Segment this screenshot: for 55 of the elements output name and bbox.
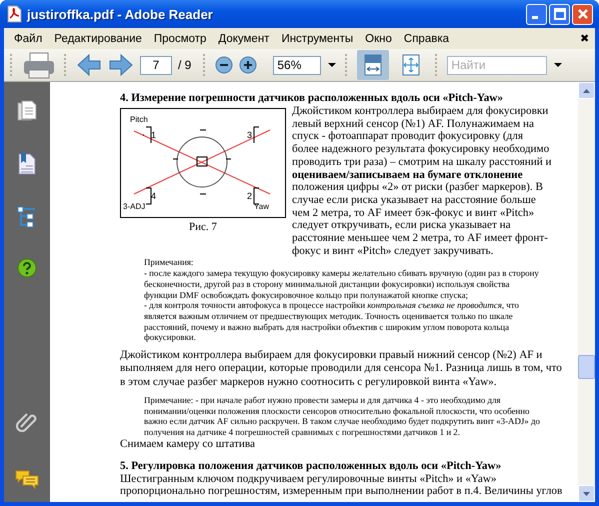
figure-label: 1: [151, 130, 156, 140]
bookmark-page-icon[interactable]: [17, 152, 37, 176]
pages-icon[interactable]: [17, 100, 37, 122]
minimize-icon: [532, 16, 538, 19]
body-paragraph: Джойстиком контроллера выбираем для фокусировки правый нижний сенсор (№2) AF и выполняем для него операции, которые проводили для сенсора №1. Разница лишь в том, что в этом случае разбег маркеров нужно соотносить с регулировкой винта «Yaw».: [120, 349, 563, 389]
menu-item[interactable]: Просмотр: [148, 32, 212, 44]
figure-label: 2: [247, 191, 252, 201]
figure-label: 3: [247, 130, 252, 140]
page-number-field[interactable]: 7: [140, 56, 172, 74]
menu-item[interactable]: Окно: [359, 32, 398, 44]
section-heading: 5. Регулировка положения датчиков расположенных вдоль оси «Pitch-Yaw»: [120, 460, 502, 473]
scroll-thumb[interactable]: [578, 355, 595, 379]
body-paragraph: Джойстиком контроллера выбираем для фокусировки левый верхний сенсор (№1) AF. Полунажимаем на спуск - фотоаппарат проводит фокусировку (для более надежного результата фокусировку необходимо проводить три раза) – смотрим на шкалу расстояний и оцениваем/записываем на бумаге отклонение положения цифры «2» от риски (разбег маркеров). В случае если риска указывает на расстояние больше чем 2 метра, то AF имеет бэк-фокус и винт «Pitch» следует откручивать, если риска указывает на расстояние меньшее чем 2 метра, то AF имеет фронт- фокус и винт «Pitch» следует закручивать.: [292, 105, 552, 258]
menu-item[interactable]: Редактирование: [48, 32, 148, 44]
minimize-button[interactable]: [526, 4, 547, 24]
tree-structure-icon[interactable]: [17, 206, 37, 228]
help-icon[interactable]: [17, 258, 37, 278]
maximize-button[interactable]: [549, 4, 570, 24]
close-document-button[interactable]: ✖: [580, 32, 589, 45]
paperclip-icon[interactable]: [16, 410, 38, 432]
back-arrow-icon[interactable]: [76, 53, 102, 77]
dropdown-caret-icon[interactable]: [327, 62, 338, 68]
comment-bubbles-icon[interactable]: [15, 470, 39, 490]
search-field[interactable]: Найти: [447, 56, 548, 74]
note-text: Примечание: - при начале работ нужно провести замеры и для датчика 4 - это необходимо для понимании/оценки положения плоскости сенсоров относительно фокальной плоскости, что особенно важно если датчик AF сильно раскручен. В таком случае необходимо будет подкрутить винт «3-ADJ» до получения на датчике 4 погрешностей сравнимых с погрешностями датчиков 1 и 2.: [144, 394, 541, 438]
dropdown-caret-icon[interactable]: [553, 62, 564, 68]
close-icon: [576, 8, 588, 20]
body-paragraph: Шестигранным ключом подкручиваем регулировочные винты «Pitch» и «Yaw» пропорционально погрешностям, измеренным при выполнении работ в п.4. Величины углов: [120, 472, 564, 498]
print-icon[interactable]: [22, 50, 56, 80]
forward-arrow-icon[interactable]: [108, 53, 134, 77]
figure-label: 4: [151, 191, 156, 201]
zoom-in-icon[interactable]: [239, 56, 258, 74]
menu-item[interactable]: Документ: [212, 32, 276, 44]
maximize-icon: [554, 8, 566, 20]
scroll-down-button[interactable]: [578, 485, 595, 502]
page-count: / 9: [178, 58, 192, 72]
figure-label: 3-ADJ: [123, 202, 146, 211]
zoom-out-icon[interactable]: [215, 56, 234, 74]
fit-width-button[interactable]: [357, 50, 390, 80]
menu-item[interactable]: Инструменты: [275, 32, 360, 44]
up-arrow-icon: [583, 88, 590, 92]
section-heading: 4. Измерение погрешности датчиков расположенных вдоль оси «Pitch-Yaw»: [120, 92, 503, 105]
figure-caption: Рис. 7: [189, 221, 217, 233]
window-title: justiroffka.pdf - Adobe Reader: [27, 6, 214, 22]
figure-label: Pitch: [130, 115, 148, 124]
down-arrow-icon: [583, 492, 590, 496]
menu-item[interactable]: Справка: [398, 32, 456, 44]
scrollbar[interactable]: [578, 82, 595, 502]
zoom-field[interactable]: 56%: [273, 56, 322, 74]
note-text: Примечания: - после каждого замера текущую фокусировку камеры желательно сбивать вручную (один раз в сторону бесконечности, другой раз в сторону минимальной дистанции фокусировки) используя свойства функции DMF освобождать фокусировочное кольцо при полунажатой кнопке спуска; - для контроля точности автофокуса в процессе настройки контрольная съемка не проводится, что является важным отличием от предшествующих методик. Точность оценивается только по шкале расстояний, почему и важно выбрать для настройки объектив с широким углом поворота кольца фокусировки.: [144, 257, 540, 344]
body-paragraph: Снимаем камеру со штатива: [120, 438, 256, 451]
menu-item[interactable]: Файл: [8, 32, 48, 44]
close-button[interactable]: [572, 4, 593, 24]
scroll-up-button[interactable]: [578, 82, 595, 99]
pdf-file-icon: [6, 5, 22, 23]
